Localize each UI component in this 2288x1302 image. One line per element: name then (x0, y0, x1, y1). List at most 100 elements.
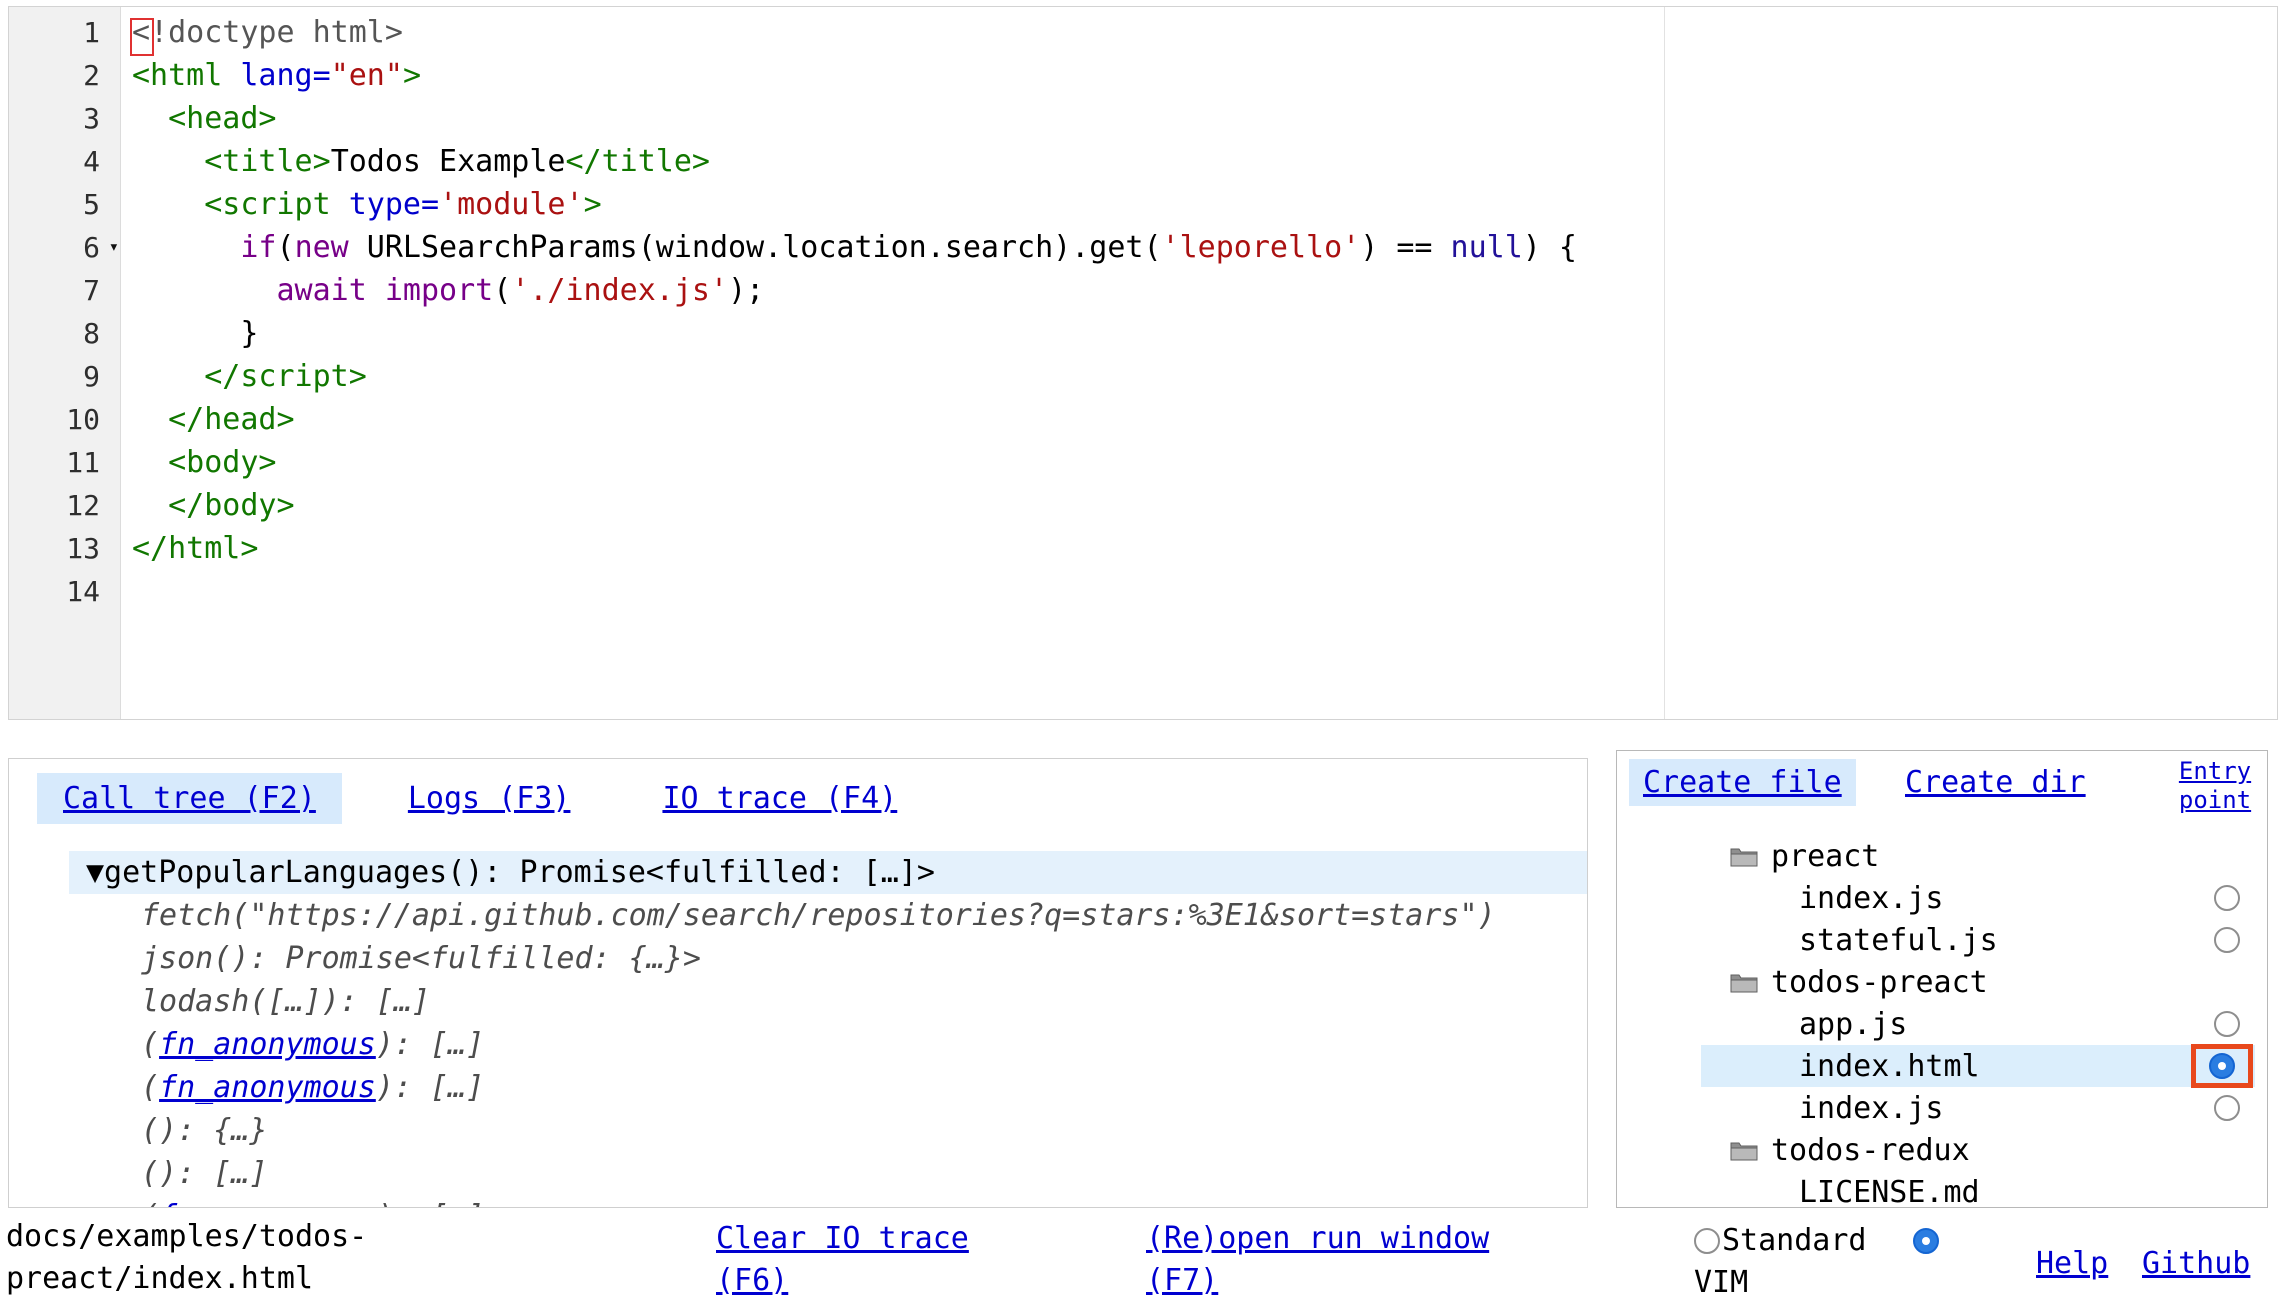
clear-io-trace-button[interactable]: Clear IO trace (F6) (716, 1218, 1026, 1302)
standard-keybindings-radio[interactable] (1694, 1228, 1720, 1254)
line-number: 1 (9, 11, 120, 54)
entry-point-radio[interactable] (2214, 1011, 2240, 1037)
code-line[interactable]: <title>Todos Example</title> (122, 140, 2277, 183)
call-tree-text: lodash([…]): […] (141, 984, 430, 1019)
code-line[interactable]: <script type='module'> (122, 183, 2277, 226)
code-token (132, 187, 204, 222)
folder-row[interactable]: preact (1701, 835, 2255, 877)
code-line[interactable]: } (122, 312, 2277, 355)
file-row[interactable]: app.js (1701, 1003, 2255, 1045)
line-number: 4 (9, 140, 120, 183)
line-number: 3 (9, 97, 120, 140)
file-row[interactable]: index.js (1701, 877, 2255, 919)
code-token: URLSearchParams(window.location.search).… (349, 230, 1162, 265)
folder-row[interactable]: todos-redux (1701, 1129, 2255, 1171)
call-tree-text: (): {…} (141, 1113, 267, 1148)
file-row[interactable]: index.js (1701, 1087, 2255, 1129)
code-lines[interactable]: <!doctype html><html lang="en"> <head> <… (122, 11, 2277, 613)
code-line[interactable]: </head> (122, 398, 2277, 441)
line-number: 12 (9, 484, 120, 527)
code-line[interactable] (122, 570, 2277, 613)
code-token: 'module' (439, 187, 584, 222)
code-token: ) { (1523, 230, 1577, 265)
code-line[interactable]: </body> (122, 484, 2277, 527)
vim-block-cursor: < (132, 15, 150, 50)
call-tree-fn-link[interactable]: fn_anonymous (159, 1199, 376, 1208)
file-row[interactable]: index.html (1701, 1045, 2255, 1087)
create-file-button[interactable]: Create file (1629, 759, 1856, 806)
create-dir-button[interactable]: Create dir (1905, 765, 2086, 800)
entry-point-radio-wrap (2214, 885, 2240, 911)
call-tree-row[interactable]: (fn_anonymous): […] (69, 1066, 1587, 1109)
call-tree-rows: ▼getPopularLanguages(): Promise<fulfille… (69, 851, 1587, 1208)
folder-name: preact (1771, 839, 1879, 874)
file-name: index.js (1799, 1091, 1944, 1126)
current-file-path: docs/examples/todos-preact/index.html (6, 1216, 376, 1300)
code-line[interactable]: </html> (122, 527, 2277, 570)
reopen-run-window-button[interactable]: (Re)open run window (F7) (1146, 1218, 1531, 1302)
entry-point-radio[interactable] (2214, 927, 2240, 953)
code-line[interactable]: <body> (122, 441, 2277, 484)
fold-arrow-icon[interactable]: ▾ (109, 226, 119, 269)
file-name: LICENSE.md (1799, 1175, 1980, 1209)
folder-icon (1729, 1138, 1759, 1163)
code-token: </html> (132, 531, 258, 566)
call-tree-row[interactable]: lodash([…]): […] (69, 980, 1587, 1023)
code-token: Todos Example (331, 144, 566, 179)
code-line[interactable]: if(new URLSearchParams(window.location.s… (122, 226, 2277, 269)
call-tree-row[interactable]: (): {…} (69, 1109, 1587, 1152)
call-tree-text: ): […] (376, 1027, 484, 1062)
code-token: new (295, 230, 349, 265)
line-number: 8 (9, 312, 120, 355)
call-tree-panel: Call tree (F2) Logs (F3) IO trace (F4) ▼… (8, 758, 1588, 1208)
call-tree-text: ▼getPopularLanguages(): Promise<fulfille… (86, 855, 935, 890)
github-link[interactable]: Github (2142, 1246, 2250, 1281)
code-token (367, 273, 385, 308)
tab-logs[interactable]: Logs (F3) (382, 773, 597, 824)
code-line[interactable]: await import('./index.js'); (122, 269, 2277, 312)
code-token: 'leporello' (1162, 230, 1361, 265)
call-tree-row[interactable]: (fn_anonymous): […] (69, 1195, 1587, 1208)
file-tree: preactindex.jsstateful.jstodos-preactapp… (1617, 835, 2267, 1208)
call-tree-row[interactable]: ▼getPopularLanguages(): Promise<fulfille… (69, 851, 1587, 894)
call-tree-fn-link[interactable]: fn_anonymous (159, 1027, 376, 1062)
code-token: lang= (240, 58, 330, 93)
entry-point-radio[interactable] (2214, 1095, 2240, 1121)
entry-point-radio[interactable] (2209, 1053, 2235, 1079)
entry-point-radio-wrap (2214, 927, 2240, 953)
call-tree-fn-link[interactable]: fn_anonymous (159, 1070, 376, 1105)
call-tree-row[interactable]: fetch("https://api.github.com/search/rep… (69, 894, 1587, 937)
folder-icon (1729, 970, 1759, 995)
vim-keybindings-radio[interactable] (1913, 1228, 1939, 1254)
line-number: 14 (9, 570, 120, 613)
code-line[interactable]: </script> (122, 355, 2277, 398)
call-tree-text: ( (141, 1199, 159, 1208)
tab-io-trace[interactable]: IO trace (F4) (636, 773, 923, 824)
keybindings-switch: Standard VIM (1694, 1220, 1939, 1302)
entry-point-radio[interactable] (2214, 885, 2240, 911)
editor-ruler-line (1664, 7, 1665, 719)
call-tree-row[interactable]: json(): Promise<fulfilled: {…}> (69, 937, 1587, 980)
file-name: stateful.js (1799, 923, 1998, 958)
folder-row[interactable]: todos-preact (1701, 961, 2255, 1003)
call-tree-row[interactable]: (fn_anonymous): […] (69, 1023, 1587, 1066)
code-token (132, 230, 240, 265)
code-line[interactable]: <!doctype html> (122, 11, 2277, 54)
bottom-panel-tabs: Call tree (F2) Logs (F3) IO trace (F4) (37, 773, 923, 824)
help-link[interactable]: Help (2036, 1246, 2108, 1281)
file-manager-panel: Create file Create dir Entry point preac… (1616, 750, 2268, 1208)
file-row[interactable]: stateful.js (1701, 919, 2255, 961)
entry-point-link[interactable]: Entry point (2169, 757, 2261, 815)
code-token (132, 359, 204, 394)
line-number: 9 (9, 355, 120, 398)
code-line[interactable]: <head> (122, 97, 2277, 140)
code-line[interactable]: <html lang="en"> (122, 54, 2277, 97)
file-row[interactable]: LICENSE.md (1701, 1171, 2255, 1208)
tab-call-tree[interactable]: Call tree (F2) (37, 773, 342, 824)
code-editor[interactable]: 123456▾7891011121314 <!doctype html><htm… (8, 6, 2278, 720)
call-tree-row[interactable]: (): […] (69, 1152, 1587, 1195)
call-tree-text: (): […] (141, 1156, 267, 1191)
code-token: </script> (204, 359, 367, 394)
code-token (132, 144, 204, 179)
line-number: 7 (9, 269, 120, 312)
